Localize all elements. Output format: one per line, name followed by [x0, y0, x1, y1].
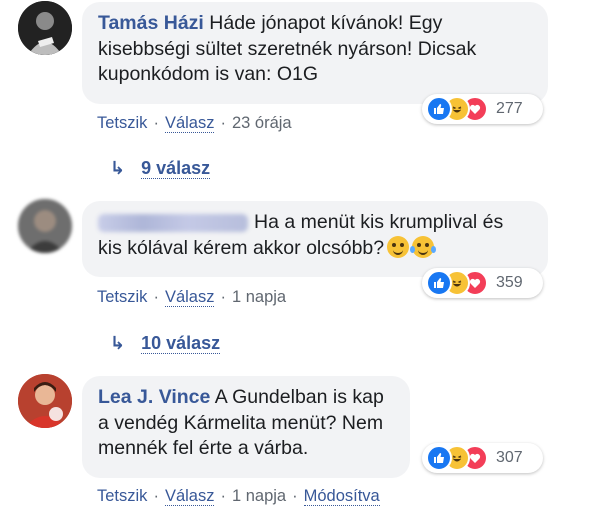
- like-link[interactable]: Tetszik: [97, 114, 147, 132]
- like-link[interactable]: Tetszik: [97, 288, 147, 306]
- separator-dot: ·: [153, 487, 159, 505]
- like-link[interactable]: Tetszik: [97, 487, 147, 505]
- reply-link[interactable]: Válasz: [164, 288, 215, 307]
- avatar[interactable]: [18, 199, 72, 253]
- reactions-summary[interactable]: 307: [422, 443, 543, 473]
- comment-author[interactable]: Tamás Házi: [98, 12, 204, 34]
- replies-count[interactable]: 9 válasz: [141, 158, 211, 179]
- reply-arrow-icon: ↳: [110, 333, 126, 353]
- avatar-photo: [18, 1, 72, 55]
- reactions-summary[interactable]: 359: [422, 268, 543, 298]
- avatar[interactable]: [18, 1, 72, 55]
- avatar-photo: [18, 199, 72, 253]
- separator-dot: ·: [220, 114, 226, 132]
- separator-dot: ·: [220, 487, 226, 505]
- edited-link[interactable]: Módosítva: [303, 487, 380, 506]
- reactions-summary[interactable]: 277: [422, 94, 543, 124]
- thinking-face-emoji-icon: [387, 235, 410, 258]
- tears-of-joy-emoji-icon: [410, 235, 437, 258]
- thumbs-up-icon: [426, 445, 452, 471]
- comment-bubble: Ha a menüt kis krumplival és kis kólával…: [82, 201, 548, 277]
- separator-dot: ·: [220, 288, 226, 306]
- comment-author[interactable]: Lea J. Vince: [98, 386, 210, 408]
- comment-actions: Tetszik · Válasz · 1 napja · Módosítva: [97, 487, 380, 506]
- reply-arrow-icon: ↳: [110, 158, 126, 178]
- avatar-photo: [18, 374, 72, 428]
- comment-actions: Tetszik · Válasz · 1 napja: [97, 288, 286, 307]
- timestamp[interactable]: 1 napja: [232, 487, 286, 505]
- reaction-count: 307: [496, 449, 523, 466]
- reply-link[interactable]: Válasz: [164, 487, 215, 506]
- timestamp[interactable]: 1 napja: [232, 288, 286, 306]
- view-replies-link[interactable]: ↳ 9 válasz: [110, 158, 211, 179]
- reply-link[interactable]: Válasz: [164, 114, 215, 133]
- avatar[interactable]: [18, 374, 72, 428]
- thumbs-up-icon: [426, 96, 452, 122]
- comment-bubble: Lea J. Vince A Gundelban is kap a vendég…: [82, 376, 410, 478]
- separator-dot: ·: [153, 114, 159, 132]
- timestamp[interactable]: 23 órája: [232, 114, 292, 132]
- comment-actions: Tetszik · Válasz · 23 órája: [97, 114, 292, 133]
- reaction-count: 277: [496, 100, 523, 117]
- separator-dot: ·: [153, 288, 159, 306]
- redacted-author-name: [98, 213, 248, 232]
- replies-count[interactable]: 10 válasz: [141, 333, 221, 354]
- separator-dot: ·: [292, 487, 298, 505]
- comment-bubble: Tamás Házi Háde jónapot kívánok! Egy kis…: [82, 2, 548, 104]
- reaction-count: 359: [496, 274, 523, 291]
- thumbs-up-icon: [426, 270, 452, 296]
- view-replies-link[interactable]: ↳ 10 válasz: [110, 333, 221, 354]
